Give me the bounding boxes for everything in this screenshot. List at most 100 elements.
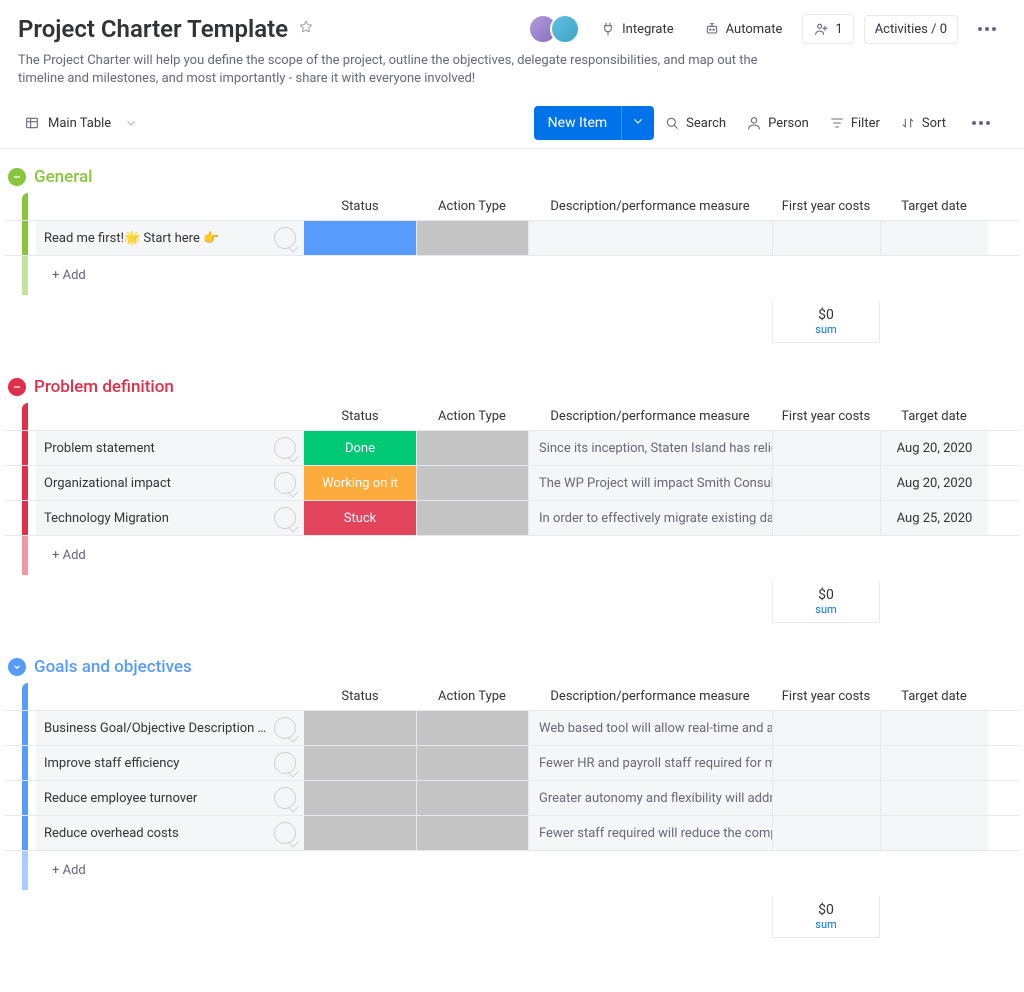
add-item-row[interactable]: + Add: [4, 255, 1020, 295]
table-row[interactable]: Technology Migration Stuck In order to eff…: [4, 500, 1020, 535]
person-filter-button[interactable]: Person: [736, 109, 819, 137]
item-name[interactable]: Reduce overhead costs: [44, 826, 268, 841]
invite-button[interactable]: 1: [802, 14, 853, 44]
board-members[interactable]: [536, 14, 580, 44]
date-cell[interactable]: [880, 816, 988, 850]
column-header-action[interactable]: Action Type: [416, 403, 528, 430]
table-row[interactable]: Reduce overhead costs Fewer staff require…: [4, 815, 1020, 850]
item-name[interactable]: Organizational impact: [44, 476, 268, 491]
status-cell[interactable]: [304, 221, 416, 255]
date-cell[interactable]: [880, 711, 988, 745]
description-cell[interactable]: The WP Project will impact Smith Consult…: [528, 466, 772, 500]
group-collapse-toggle[interactable]: [8, 658, 26, 676]
status-cell[interactable]: Done: [304, 431, 416, 465]
activities-button[interactable]: Activities / 0: [864, 15, 958, 44]
cost-cell[interactable]: [772, 431, 880, 465]
cost-cell[interactable]: [772, 816, 880, 850]
action-cell[interactable]: [416, 501, 528, 535]
column-header-action[interactable]: Action Type: [416, 193, 528, 220]
item-name[interactable]: Technology Migration: [44, 511, 268, 526]
description-cell[interactable]: Web based tool will allow real-time and …: [528, 711, 772, 745]
table-row[interactable]: Read me first!🌟 Start here 👉: [4, 220, 1020, 255]
new-item-dropdown[interactable]: [621, 106, 654, 140]
column-header-status[interactable]: Status: [304, 403, 416, 430]
status-cell[interactable]: Working on it: [304, 466, 416, 500]
add-item-row[interactable]: + Add: [4, 535, 1020, 575]
status-cell[interactable]: [304, 746, 416, 780]
favorite-star-icon[interactable]: [298, 19, 314, 39]
more-menu[interactable]: [968, 21, 1006, 37]
conversation-icon[interactable]: [274, 822, 296, 844]
column-header-date[interactable]: Target date: [880, 683, 988, 710]
description-cell[interactable]: [528, 221, 772, 255]
date-cell[interactable]: Aug 20, 2020: [880, 431, 988, 465]
action-cell[interactable]: [416, 221, 528, 255]
description-cell[interactable]: In order to effectively migrate existing…: [528, 501, 772, 535]
cost-cell[interactable]: [772, 221, 880, 255]
group-collapse-toggle[interactable]: [8, 378, 26, 396]
new-item-button[interactable]: New Item: [534, 106, 655, 140]
conversation-icon[interactable]: [274, 752, 296, 774]
action-cell[interactable]: [416, 746, 528, 780]
conversation-icon[interactable]: [274, 437, 296, 459]
cost-cell[interactable]: [772, 501, 880, 535]
table-row[interactable]: Reduce employee turnover Greater autonomy…: [4, 780, 1020, 815]
column-header-status[interactable]: Status: [304, 683, 416, 710]
conversation-icon[interactable]: [274, 227, 296, 249]
conversation-icon[interactable]: [274, 717, 296, 739]
search-button[interactable]: Search: [654, 109, 736, 137]
add-item-row[interactable]: + Add: [4, 850, 1020, 890]
column-header-description[interactable]: Description/performance measure: [528, 193, 772, 220]
item-name[interactable]: Reduce employee turnover: [44, 791, 268, 806]
conversation-icon[interactable]: [274, 507, 296, 529]
column-header-cost[interactable]: First year costs: [772, 193, 880, 220]
description-cell[interactable]: Since its inception, Staten Island has r…: [528, 431, 772, 465]
column-header-description[interactable]: Description/performance measure: [528, 403, 772, 430]
column-header-description[interactable]: Description/performance measure: [528, 683, 772, 710]
item-name[interactable]: Improve staff efficiency: [44, 756, 268, 771]
cost-cell[interactable]: [772, 781, 880, 815]
group-title[interactable]: Problem definition: [34, 377, 174, 397]
item-name[interactable]: Business Goal/Objective Description Time…: [44, 721, 268, 736]
date-cell[interactable]: [880, 221, 988, 255]
automate-button[interactable]: Automate: [694, 15, 793, 43]
description-cell[interactable]: Greater autonomy and flexibility will ad…: [528, 781, 772, 815]
date-cell[interactable]: [880, 746, 988, 780]
group-title[interactable]: Goals and objectives: [34, 657, 192, 677]
action-cell[interactable]: [416, 431, 528, 465]
filter-button[interactable]: Filter: [819, 109, 890, 137]
status-cell[interactable]: Stuck: [304, 501, 416, 535]
description-cell[interactable]: Fewer staff required will reduce the com…: [528, 816, 772, 850]
table-row[interactable]: Improve staff efficiency Fewer HR and pay…: [4, 745, 1020, 780]
column-header-status[interactable]: Status: [304, 193, 416, 220]
action-cell[interactable]: [416, 711, 528, 745]
table-row[interactable]: Problem statement Done Since its inception…: [4, 430, 1020, 465]
action-cell[interactable]: [416, 466, 528, 500]
column-header-cost[interactable]: First year costs: [772, 683, 880, 710]
group-title[interactable]: General: [34, 167, 92, 187]
date-cell[interactable]: Aug 20, 2020: [880, 466, 988, 500]
toolbar-more[interactable]: [956, 111, 1006, 135]
group-collapse-toggle[interactable]: [8, 168, 26, 186]
cost-cell[interactable]: [772, 746, 880, 780]
column-header-date[interactable]: Target date: [880, 193, 988, 220]
item-name[interactable]: Problem statement: [44, 441, 268, 456]
action-cell[interactable]: [416, 816, 528, 850]
status-cell[interactable]: [304, 711, 416, 745]
view-tab-main-table[interactable]: Main Table: [18, 109, 145, 137]
table-row[interactable]: Organizational impact Working on it The WP…: [4, 465, 1020, 500]
date-cell[interactable]: Aug 25, 2020: [880, 501, 988, 535]
conversation-icon[interactable]: [274, 472, 296, 494]
cost-cell[interactable]: [772, 711, 880, 745]
column-header-action[interactable]: Action Type: [416, 683, 528, 710]
status-cell[interactable]: [304, 781, 416, 815]
item-name[interactable]: Read me first!🌟 Start here 👉: [44, 231, 268, 246]
description-cell[interactable]: Fewer HR and payroll staff required for …: [528, 746, 772, 780]
column-header-date[interactable]: Target date: [880, 403, 988, 430]
status-cell[interactable]: [304, 816, 416, 850]
cost-cell[interactable]: [772, 466, 880, 500]
column-header-cost[interactable]: First year costs: [772, 403, 880, 430]
date-cell[interactable]: [880, 781, 988, 815]
action-cell[interactable]: [416, 781, 528, 815]
sort-button[interactable]: Sort: [890, 109, 956, 137]
